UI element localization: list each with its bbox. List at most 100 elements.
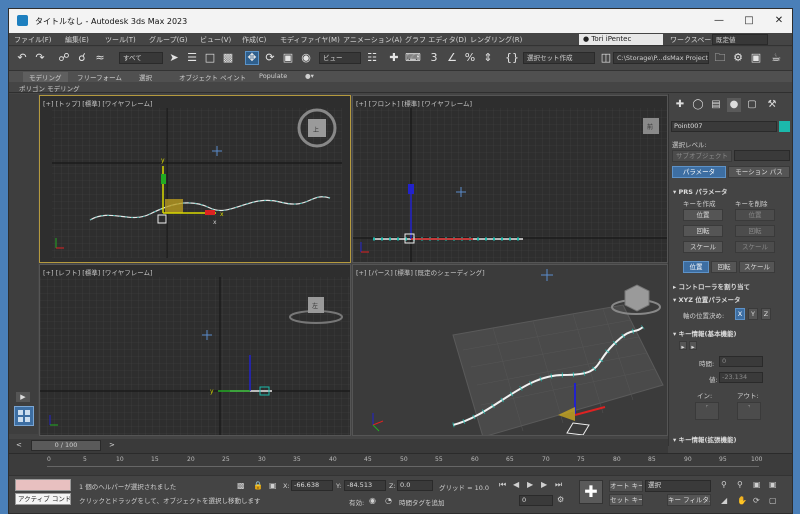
- maximize-button[interactable]: □: [734, 12, 764, 30]
- adaptive-degradation-icon[interactable]: ◉: [369, 496, 376, 505]
- viewcube-left-face[interactable]: 左: [312, 301, 318, 310]
- edit-named-selection-icon[interactable]: {}: [505, 51, 519, 65]
- display-panel-icon[interactable]: ▢: [745, 98, 759, 112]
- pan-icon[interactable]: ✋: [737, 496, 747, 505]
- named-selection-dropdown[interactable]: 選択セット作成: [523, 52, 595, 64]
- ribbon-tab-selection[interactable]: 選択: [139, 72, 152, 82]
- object-name-field[interactable]: Point007: [671, 121, 777, 132]
- create-position-key-button[interactable]: 位置: [683, 209, 723, 221]
- y-coordinate-field[interactable]: -84.513: [344, 480, 386, 491]
- set-key-icon[interactable]: ✚: [579, 480, 603, 504]
- create-scale-key-button[interactable]: スケール: [683, 241, 723, 253]
- menu-edit[interactable]: 編集(E): [65, 35, 89, 45]
- zoom-icon[interactable]: ⚲: [721, 480, 727, 489]
- maximize-viewport-icon[interactable]: ▢: [769, 496, 777, 505]
- prs-parameters-rollout[interactable]: ▾ PRS パラメータ: [673, 186, 789, 196]
- select-object-icon[interactable]: ➤: [167, 51, 181, 65]
- axis-z-button[interactable]: Z: [761, 308, 771, 320]
- folder-icon[interactable]: 🗀: [713, 51, 727, 65]
- minimize-button[interactable]: —: [704, 12, 734, 30]
- create-rotation-key-button[interactable]: 回転: [683, 225, 723, 237]
- set-key-button[interactable]: セット キー: [609, 494, 643, 506]
- ribbon-tab-modeling[interactable]: モデリング: [23, 72, 68, 82]
- absolute-mode-icon[interactable]: ▣: [269, 481, 277, 490]
- rectangular-selection-icon[interactable]: □: [203, 51, 217, 65]
- mode-scale-button[interactable]: スケール: [739, 261, 775, 273]
- menu-graph-editors[interactable]: グラフ エディタ(D): [405, 35, 467, 45]
- menu-file[interactable]: ファイル(F): [14, 35, 52, 45]
- window-crossing-icon[interactable]: ▩: [221, 51, 235, 65]
- menu-view[interactable]: ビュー(V): [200, 35, 231, 45]
- render-frame-icon[interactable]: ▣: [749, 51, 763, 65]
- field-of-view-icon[interactable]: ◢: [721, 496, 727, 505]
- in-tangent-button[interactable]: ⌜: [695, 402, 719, 420]
- viewcube-top-face[interactable]: 上: [313, 125, 319, 134]
- select-by-name-icon[interactable]: ☰: [185, 51, 199, 65]
- project-path-field[interactable]: C:\Storage\P...dsMax Project: [613, 52, 709, 64]
- previous-frame-icon[interactable]: ◀: [513, 480, 519, 489]
- viewport-left[interactable]: [+] [レフト] [標準] [ワイヤフレーム] y 左: [39, 264, 351, 436]
- selection-lock-icon[interactable]: 🔒: [253, 481, 263, 490]
- menu-modifiers[interactable]: モディファイヤ(M): [280, 35, 340, 45]
- ribbon-tab-freeform[interactable]: フリーフォーム: [77, 72, 122, 82]
- mirror-icon[interactable]: ◫: [599, 51, 613, 65]
- select-and-scale-icon[interactable]: ▣: [281, 51, 295, 65]
- menu-tools[interactable]: ツール(T): [105, 35, 136, 45]
- manipulate-icon[interactable]: ✚: [387, 51, 401, 65]
- viewcube-front-face[interactable]: 前: [647, 122, 653, 131]
- time-config-icon[interactable]: ⚙: [557, 495, 564, 504]
- xyz-position-rollout[interactable]: ▾ XYZ 位置パラメータ: [673, 294, 789, 304]
- go-to-end-icon[interactable]: ⏭: [555, 480, 562, 490]
- time-field[interactable]: 0: [719, 356, 763, 367]
- add-time-tag-button[interactable]: 時間タグを追加: [399, 497, 445, 507]
- value-field[interactable]: -23.134: [719, 372, 763, 383]
- subobject-dropdown[interactable]: [734, 150, 790, 161]
- time-slider-thumb[interactable]: 0 / 100: [31, 440, 101, 451]
- time-tag-icon[interactable]: ◔: [385, 496, 392, 505]
- prev-key-icon[interactable]: ▸: [679, 341, 687, 350]
- menu-group[interactable]: グループ(G): [149, 35, 187, 45]
- time-slider-left-icon[interactable]: <: [16, 441, 28, 451]
- axis-x-button[interactable]: X: [735, 308, 745, 320]
- auto-key-button[interactable]: オート キー: [609, 480, 643, 492]
- undo-icon[interactable]: ↶: [15, 51, 29, 65]
- workspace-dropdown[interactable]: 既定値: [712, 34, 768, 45]
- snaps-toggle-icon[interactable]: 3: [427, 51, 441, 65]
- link-icon[interactable]: ☍: [57, 51, 71, 65]
- key-info-basic-rollout[interactable]: ▾ キー情報(基本機能): [673, 328, 789, 338]
- mode-position-button[interactable]: 位置: [683, 261, 709, 273]
- parameters-button[interactable]: パラメータ: [672, 166, 726, 178]
- render-setup-icon[interactable]: ⚙: [731, 51, 745, 65]
- track-bar[interactable]: 0 5 10 15 20 25 30 35 40 45 50 55 60 65 …: [9, 453, 792, 475]
- pivot-center-icon[interactable]: ☷: [365, 51, 379, 65]
- menu-animation[interactable]: アニメーション(A): [343, 35, 402, 45]
- out-tangent-button[interactable]: ⌝: [737, 402, 761, 420]
- axis-y-button[interactable]: Y: [748, 308, 758, 320]
- angle-snap-icon[interactable]: ∠: [445, 51, 459, 65]
- viewport-front[interactable]: [+] [フロント] [標準] [ワイヤフレーム] 前: [352, 95, 668, 263]
- ribbon-options-icon[interactable]: ●▾: [305, 72, 314, 80]
- play-icon[interactable]: ▶: [527, 480, 533, 489]
- close-button[interactable]: ✕: [764, 12, 792, 30]
- go-to-start-icon[interactable]: ⏮: [499, 480, 506, 490]
- select-and-place-icon[interactable]: ◉: [299, 51, 313, 65]
- zoom-extents-all-icon[interactable]: ▣: [769, 480, 777, 489]
- viewport-top[interactable]: [+] [トップ] [標準] [ワイヤフレーム] y x x 上: [39, 95, 351, 263]
- viewport-top-label[interactable]: [+] [トップ] [標準] [ワイヤフレーム]: [43, 98, 153, 108]
- ribbon-tab-populate[interactable]: Populate: [259, 72, 287, 80]
- object-color-swatch[interactable]: [779, 121, 790, 132]
- ribbon-subtab-polygon-modeling[interactable]: ポリゴン モデリング: [19, 83, 80, 93]
- viewport-left-label[interactable]: [+] [レフト] [標準] [ワイヤフレーム]: [43, 267, 153, 277]
- delete-scale-key-button[interactable]: スケール: [735, 241, 775, 253]
- zoom-all-icon[interactable]: ⚲: [737, 480, 743, 489]
- time-slider-right-icon[interactable]: >: [109, 441, 121, 451]
- motion-panel-icon[interactable]: ●: [727, 98, 741, 112]
- viewport-layout-button[interactable]: [14, 406, 34, 426]
- key-selection-dropdown[interactable]: 選択: [645, 480, 711, 492]
- mode-field[interactable]: アクティブ コンド: [15, 493, 71, 505]
- assign-controller-rollout[interactable]: ▸ コントローラを割り当て: [673, 281, 789, 291]
- select-and-rotate-icon[interactable]: ⟳: [263, 51, 277, 65]
- selection-filter-dropdown[interactable]: すべて: [119, 52, 163, 64]
- unlink-icon[interactable]: ☌: [75, 51, 89, 65]
- mode-rotation-button[interactable]: 回転: [711, 261, 737, 273]
